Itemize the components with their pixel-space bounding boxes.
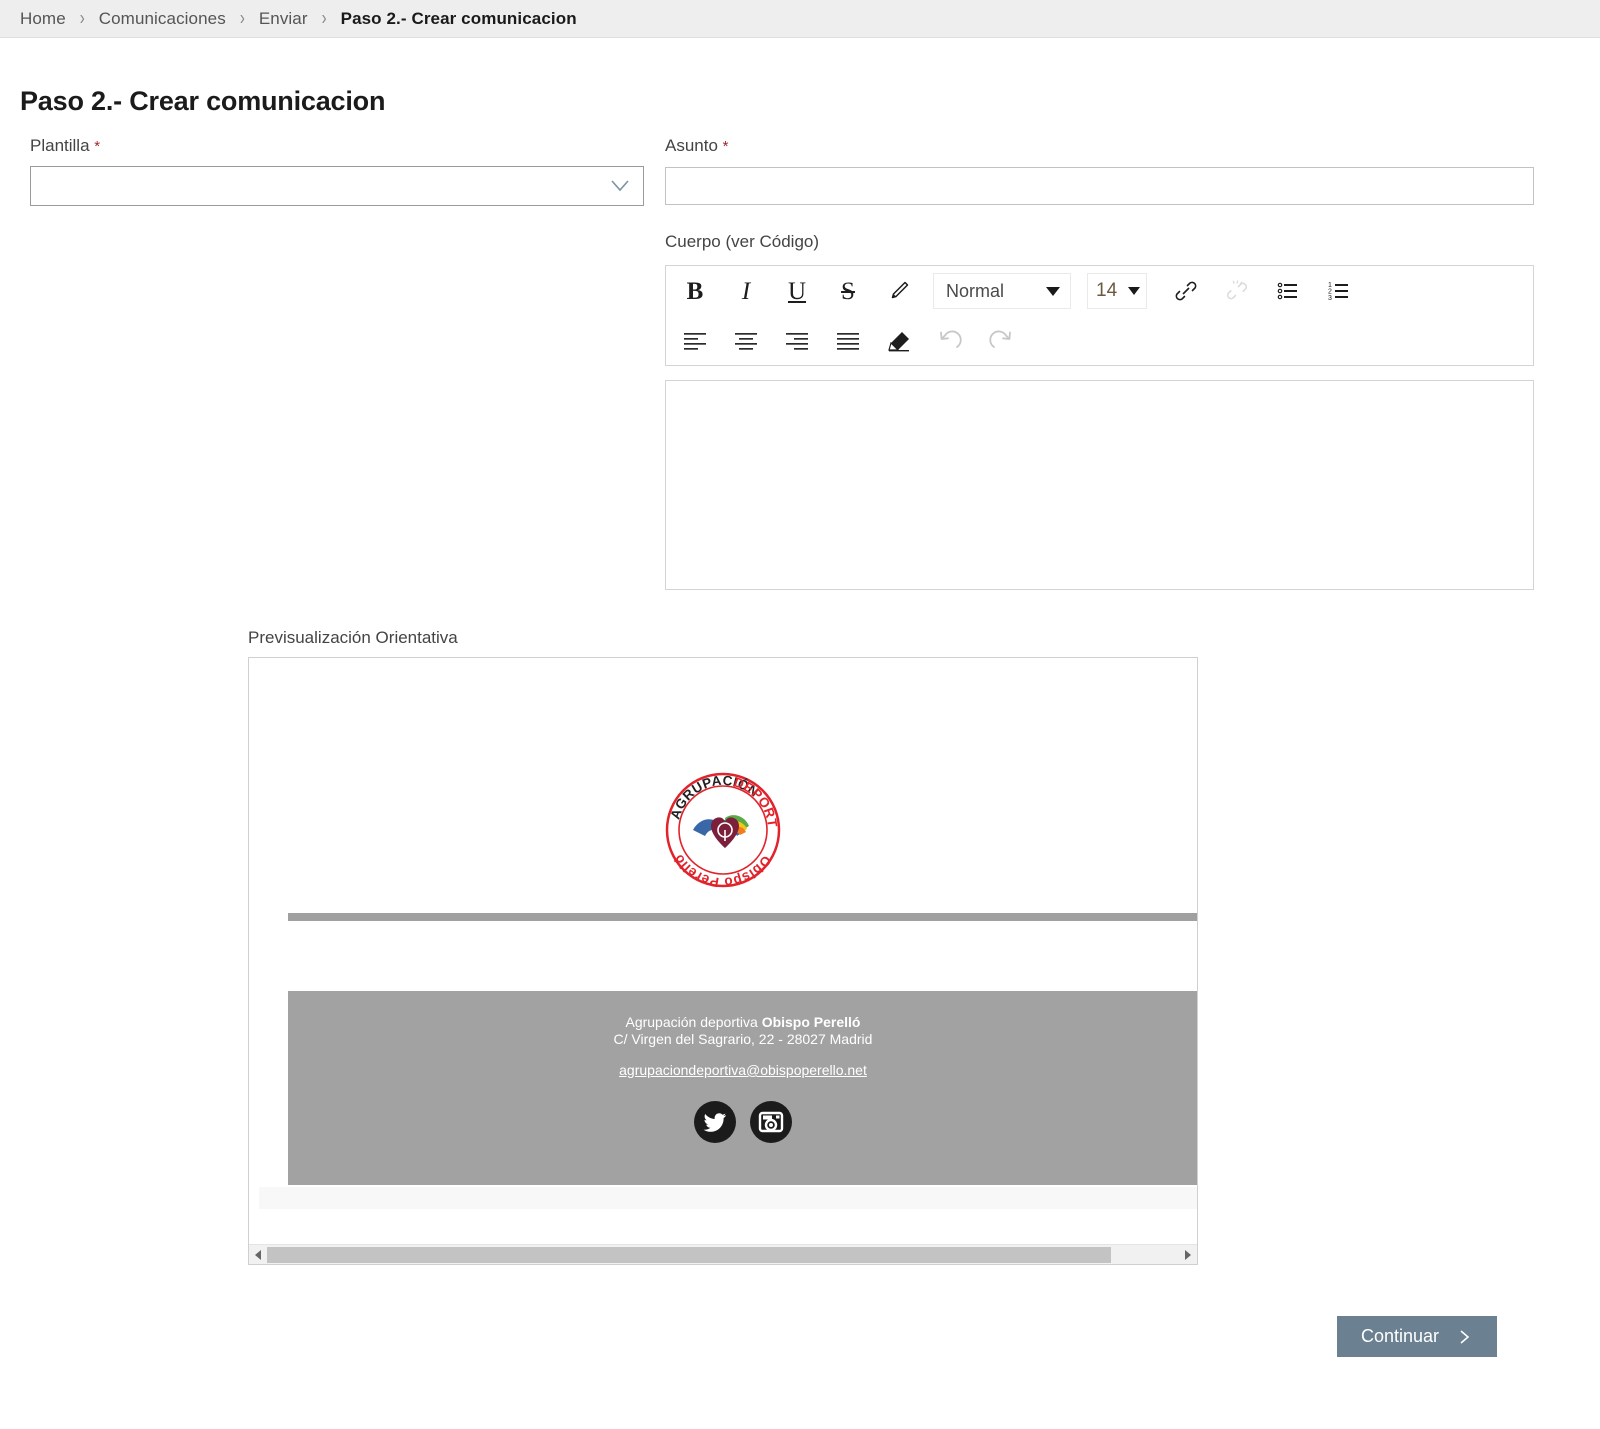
chevron-down-icon: [611, 180, 629, 192]
underline-button[interactable]: U: [780, 274, 814, 308]
unlink-button[interactable]: [1220, 274, 1254, 308]
cuerpo-editor[interactable]: [665, 380, 1534, 590]
plantilla-select[interactable]: [30, 166, 644, 206]
continuar-button[interactable]: Continuar: [1337, 1316, 1497, 1357]
preview-label: Previsualización Orientativa: [248, 628, 458, 647]
preview-bottom-strip: [259, 1187, 1197, 1209]
chevron-down-icon: [1128, 287, 1140, 295]
chevron-down-icon: [1046, 286, 1060, 296]
redo-button[interactable]: [984, 324, 1018, 358]
undo-button[interactable]: [933, 324, 967, 358]
breadcrumb-item-enviar[interactable]: Enviar: [259, 9, 308, 29]
footer-org-name: Obispo Perelló: [761, 1014, 861, 1030]
footer-org-line: Agrupación deportiva Obispo Perelló: [288, 991, 1197, 1031]
preview-divider: [288, 913, 1197, 921]
italic-icon: I: [741, 277, 751, 305]
font-size-select[interactable]: 14: [1087, 273, 1147, 309]
svg-text:3: 3: [1328, 295, 1332, 302]
scrollbar-thumb[interactable]: [267, 1246, 1111, 1263]
breadcrumb-item-comunicaciones[interactable]: Comunicaciones: [99, 9, 226, 29]
align-center-button[interactable]: [729, 324, 763, 358]
asunto-label-text: Asunto: [665, 136, 718, 155]
strikethrough-icon: S: [841, 277, 855, 305]
breadcrumb-separator: ›: [79, 7, 85, 30]
pen-button[interactable]: [882, 274, 916, 308]
editor-toolbar: B I U S Normal 14 1 2 3: [665, 265, 1534, 366]
scroll-left-arrow[interactable]: [249, 1245, 267, 1265]
twitter-icon[interactable]: [693, 1100, 737, 1144]
bold-icon: B: [686, 277, 704, 305]
align-left-icon: [684, 333, 706, 350]
align-justify-button[interactable]: [831, 324, 865, 358]
chevron-right-icon: [1460, 1329, 1470, 1344]
undo-icon: [940, 330, 962, 348]
link-button[interactable]: [1169, 274, 1203, 308]
footer-social-links: [288, 1100, 1197, 1144]
required-asterisk: *: [94, 138, 101, 155]
chevron-left-icon: [255, 1249, 261, 1260]
scrollbar-track[interactable]: [267, 1246, 1179, 1263]
preview-horizontal-scrollbar[interactable]: [249, 1244, 1197, 1264]
instagram-icon[interactable]: [749, 1100, 793, 1144]
font-size-value: 14: [1096, 280, 1118, 301]
asunto-label: Asunto *: [665, 136, 729, 156]
unlink-icon: [1227, 280, 1247, 300]
numbered-list-icon: 1 2 3: [1328, 282, 1348, 302]
underline-icon: U: [787, 277, 807, 305]
preview-content: AGRUPACIÓN DEPORTIVA Obispo Perelló: [249, 658, 1197, 1238]
toolbar-row-2: [666, 316, 1533, 366]
breadcrumb-separator: ›: [239, 7, 245, 30]
clear-format-button[interactable]: [882, 324, 916, 358]
format-select-value: Normal: [946, 280, 1005, 301]
align-right-button[interactable]: [780, 324, 814, 358]
align-justify-icon: [837, 333, 859, 350]
plantilla-label: Plantilla *: [30, 136, 100, 156]
scroll-right-arrow[interactable]: [1179, 1245, 1197, 1265]
footer-org-prefix: Agrupación deportiva: [625, 1014, 762, 1030]
page-title: Paso 2.- Crear comunicacion: [20, 86, 386, 117]
cuerpo-label: Cuerpo (ver Código): [665, 232, 820, 251]
preview-footer: Agrupación deportiva Obispo Perelló C/ V…: [288, 991, 1197, 1185]
preview-panel: AGRUPACIÓN DEPORTIVA Obispo Perelló: [248, 657, 1198, 1265]
strikethrough-button[interactable]: S: [831, 274, 865, 308]
plantilla-label-text: Plantilla: [30, 136, 90, 155]
format-select[interactable]: Normal: [933, 273, 1071, 309]
chevron-right-icon: [1185, 1249, 1191, 1260]
align-right-icon: [786, 333, 808, 350]
numbered-list-button[interactable]: 1 2 3: [1322, 274, 1356, 308]
pen-icon: [891, 281, 909, 299]
toolbar-row-1: B I U S Normal 14 1 2 3: [666, 266, 1533, 316]
bold-button[interactable]: B: [678, 274, 712, 308]
link-icon: [1175, 281, 1197, 301]
continuar-label: Continuar: [1360, 1326, 1440, 1346]
align-center-icon: [735, 333, 757, 350]
align-left-button[interactable]: [678, 324, 712, 358]
breadcrumb-item-current: Paso 2.- Crear comunicacion: [340, 8, 577, 28]
agrupacion-deportiva-obispo-perello-logo: AGRUPACIÓN DEPORTIVA Obispo Perelló: [661, 768, 785, 892]
bullet-list-icon: [1277, 282, 1297, 300]
breadcrumb-item-home[interactable]: Home: [20, 9, 66, 29]
breadcrumb: Home › Comunicaciones › Enviar › Paso 2.…: [0, 0, 1600, 38]
footer-address-line: C/ Virgen del Sagrario, 22 - 28027 Madri…: [613, 1031, 873, 1047]
asunto-input[interactable]: [665, 167, 1534, 205]
footer-email-link[interactable]: agrupaciondeportiva@obispoperello.net: [619, 1062, 867, 1078]
italic-button[interactable]: I: [729, 274, 763, 308]
required-asterisk: *: [722, 138, 729, 155]
redo-icon: [989, 330, 1011, 348]
clear-format-icon: [888, 332, 909, 352]
breadcrumb-separator: ›: [321, 7, 327, 30]
bullet-list-button[interactable]: [1271, 274, 1305, 308]
footer-email-wrap: agrupaciondeportiva@obispoperello.net: [288, 1062, 1197, 1080]
